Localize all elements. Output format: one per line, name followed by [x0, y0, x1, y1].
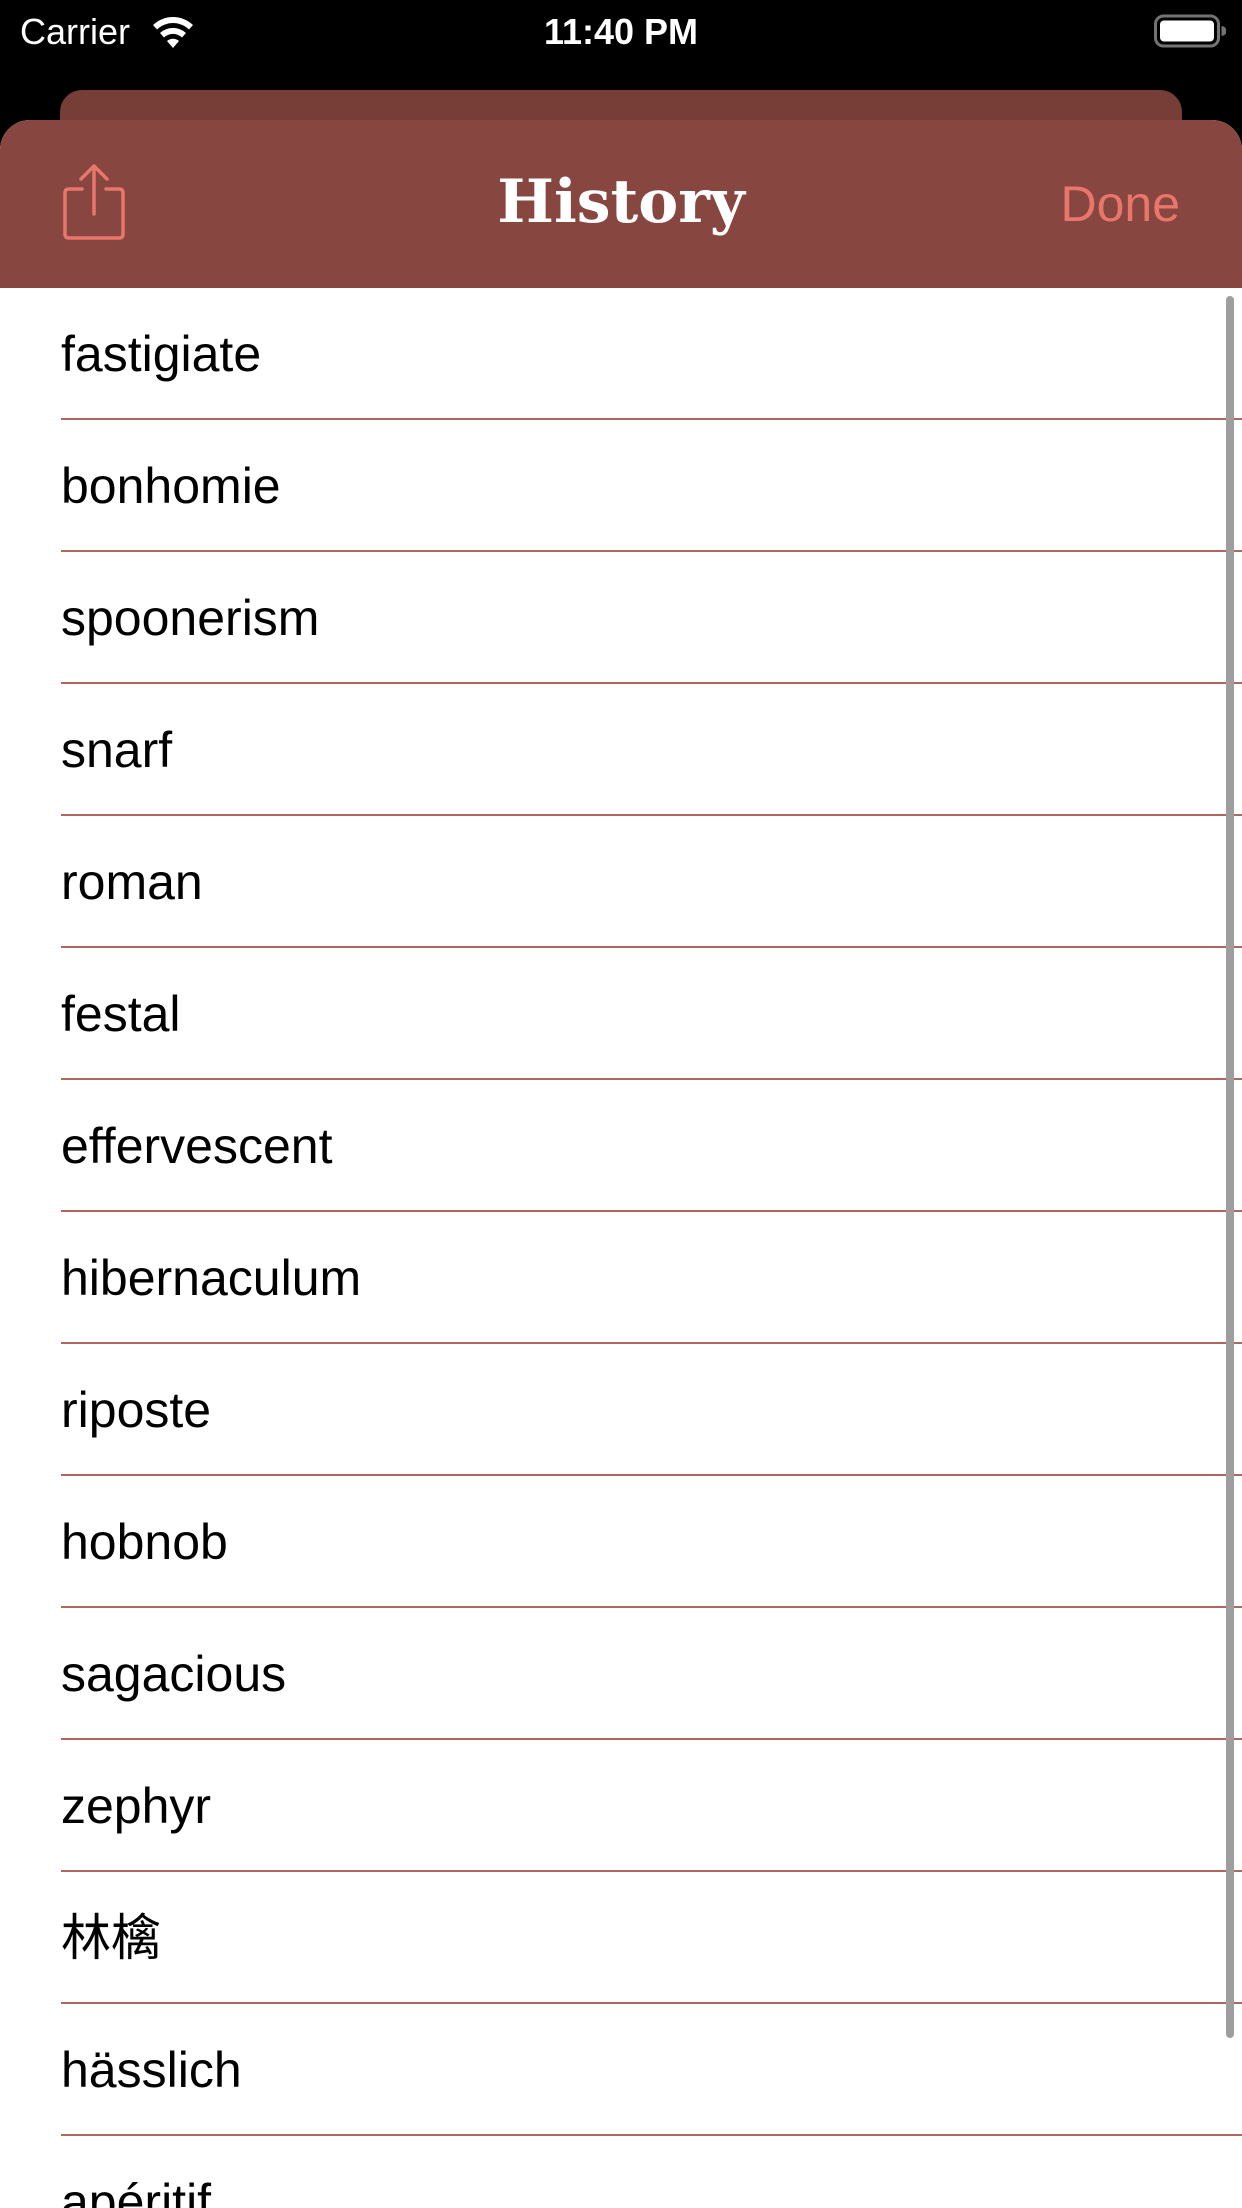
history-row[interactable]: spoonerism: [0, 552, 1242, 684]
history-row[interactable]: sagacious: [0, 1608, 1242, 1740]
status-bar: Carrier 11:40 PM: [0, 0, 1242, 64]
history-row[interactable]: fastigiate: [0, 288, 1242, 420]
history-word: bonhomie: [61, 458, 281, 514]
history-word: snarf: [61, 722, 173, 778]
history-word: riposte: [61, 1382, 212, 1438]
page-title: History: [497, 167, 745, 237]
history-row[interactable]: effervescent: [0, 1080, 1242, 1212]
history-word: zephyr: [61, 1778, 212, 1834]
history-sheet: History Done fastigiate bonhomie spooner…: [0, 120, 1242, 2208]
history-row[interactable]: festal: [0, 948, 1242, 1080]
history-word: spoonerism: [61, 590, 320, 646]
history-word: roman: [61, 854, 203, 910]
navigation-bar: History Done: [0, 120, 1242, 288]
battery-icon: [1154, 14, 1226, 48]
history-row[interactable]: hässlich: [0, 2004, 1242, 2136]
history-row[interactable]: 林檎: [0, 1872, 1242, 2004]
history-word: 林檎: [61, 1910, 161, 1966]
done-button[interactable]: Done: [1060, 172, 1180, 236]
history-word: sagacious: [61, 1646, 287, 1702]
history-list: fastigiate bonhomie spoonerism snarf rom…: [0, 288, 1242, 2208]
history-row[interactable]: snarf: [0, 684, 1242, 816]
history-word: apéritif: [61, 2174, 212, 2208]
history-word: festal: [61, 986, 181, 1042]
scrollbar[interactable]: [1226, 296, 1234, 2038]
history-row[interactable]: zephyr: [0, 1740, 1242, 1872]
history-row[interactable]: hobnob: [0, 1476, 1242, 1608]
history-row[interactable]: hibernaculum: [0, 1212, 1242, 1344]
clock: 11:40 PM: [543, 11, 699, 52]
history-row[interactable]: riposte: [0, 1344, 1242, 1476]
history-word: hibernaculum: [61, 1250, 362, 1306]
history-row[interactable]: apéritif: [0, 2136, 1242, 2208]
history-word: hobnob: [61, 1514, 228, 1570]
history-row[interactable]: roman: [0, 816, 1242, 948]
history-word: effervescent: [61, 1118, 333, 1174]
history-row[interactable]: bonhomie: [0, 420, 1242, 552]
history-word: hässlich: [61, 2042, 242, 2098]
history-word: fastigiate: [61, 326, 262, 382]
